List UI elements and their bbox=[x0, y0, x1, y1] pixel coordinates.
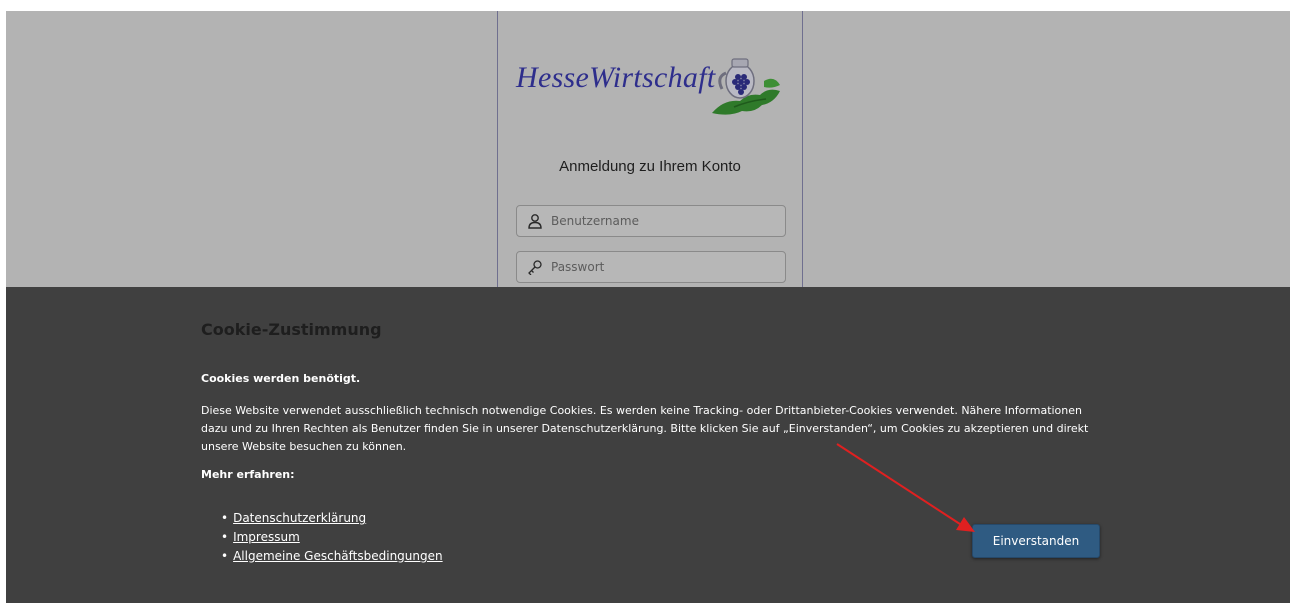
cookie-title: Cookie-Zustimmung bbox=[201, 320, 382, 339]
bullet-icon: • bbox=[221, 549, 229, 563]
terms-link[interactable]: Allgemeine Geschäftsbedingungen bbox=[233, 549, 443, 563]
password-input[interactable] bbox=[551, 260, 771, 274]
password-field[interactable] bbox=[516, 251, 786, 283]
cookie-banner: Cookie-Zustimmung Cookies werden benötig… bbox=[6, 287, 1290, 603]
list-item: • Allgemeine Geschäftsbedingungen bbox=[221, 547, 443, 566]
learn-more-label: Mehr erfahren: bbox=[201, 468, 295, 481]
logo-text: HesseWirtschaft bbox=[516, 61, 716, 94]
list-item: • Impressum bbox=[221, 528, 443, 547]
jug-grapes-icon bbox=[712, 58, 780, 115]
cookie-subtitle: Cookies werden benötigt. bbox=[201, 372, 361, 385]
accept-cookies-button[interactable]: Einverstanden bbox=[972, 524, 1100, 558]
privacy-link[interactable]: Datenschutzerklärung bbox=[233, 511, 366, 525]
login-card: HesseWirtschaft Anmeldung zu Ihrem Konto bbox=[497, 11, 803, 331]
bullet-icon: • bbox=[221, 511, 229, 525]
bullet-icon: • bbox=[221, 530, 229, 544]
annotation-arrow-icon bbox=[836, 443, 975, 532]
username-field[interactable] bbox=[516, 205, 786, 237]
imprint-link[interactable]: Impressum bbox=[233, 530, 300, 544]
key-icon bbox=[528, 260, 542, 275]
list-item: • Datenschutzerklärung bbox=[221, 509, 443, 528]
username-input[interactable] bbox=[551, 214, 771, 228]
logo: HesseWirtschaft bbox=[516, 58, 786, 136]
login-title: Anmeldung zu Ihrem Konto bbox=[559, 158, 741, 175]
cookie-links: • Datenschutzerklärung • Impressum • Allgem… bbox=[221, 509, 443, 566]
user-icon bbox=[528, 214, 542, 229]
